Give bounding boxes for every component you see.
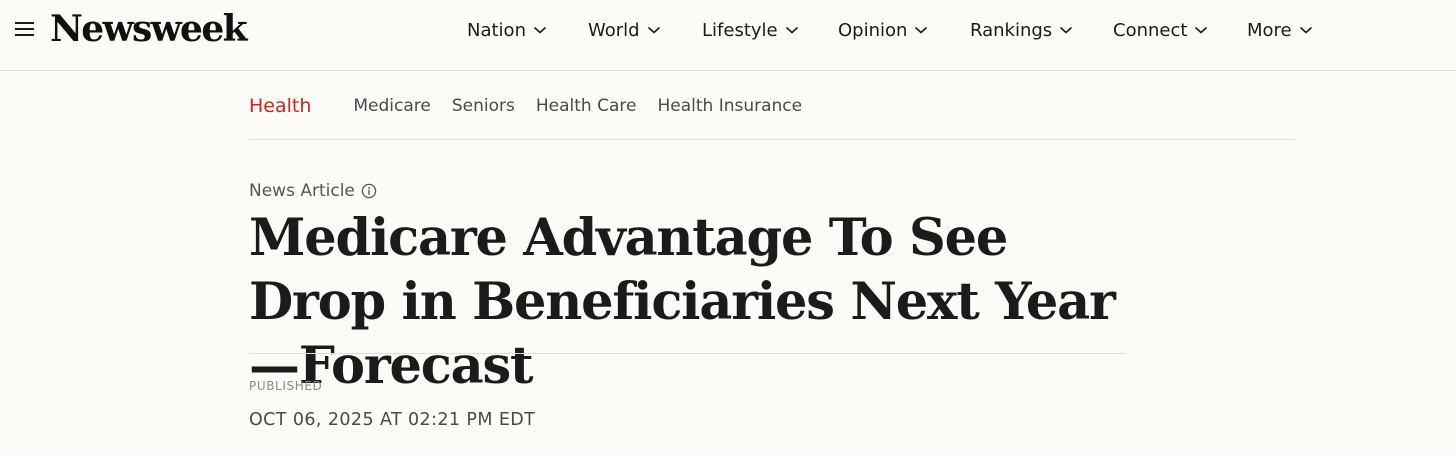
nav-item-lifestyle[interactable]: Lifestyle [702,16,799,44]
nav-item-label: Connect [1113,19,1188,41]
nav-item-more[interactable]: More [1247,16,1313,44]
nav-item-label: World [588,19,640,41]
section-link-seniors[interactable]: Seniors [452,96,515,116]
chevron-down-icon [533,26,547,34]
section-divider [249,139,1295,140]
site-header: Newsweek Nation World Lifestyle Opinion … [0,0,1456,71]
article-type-label: News Article [249,181,377,201]
nav-item-world[interactable]: World [588,16,661,44]
headline-divider [249,353,1125,354]
nav-item-label: Lifestyle [702,19,778,41]
section-link-medicare[interactable]: Medicare [353,96,430,116]
published-date: OCT 06, 2025 AT 02:21 PM EDT [249,410,536,430]
nav-item-label: Nation [467,19,526,41]
nav-item-label: Opinion [838,19,908,41]
article-type-text: News Article [249,181,355,201]
article-headline: Medicare Advantage To See Drop in Benefi… [249,208,1116,396]
nav-item-label: Rankings [970,19,1053,41]
nav-item-opinion[interactable]: Opinion [838,16,928,44]
nav-item-nation[interactable]: Nation [467,16,547,44]
section-link-health-insurance[interactable]: Health Insurance [657,96,802,116]
nav-item-connect[interactable]: Connect [1113,16,1208,44]
published-label: PUBLISHED [249,379,323,393]
section-tab-health[interactable]: Health [249,95,311,117]
site-logo[interactable]: Newsweek [50,6,248,52]
chevron-down-icon [915,26,928,34]
info-circle-icon[interactable] [361,183,377,199]
nav-item-label: More [1247,19,1292,41]
nav-item-rankings[interactable]: Rankings [970,16,1073,44]
chevron-down-icon [1060,26,1073,34]
chevron-down-icon [785,26,798,34]
chevron-down-icon [1195,26,1208,34]
section-nav: Health Medicare Seniors Health Care Heal… [249,86,823,126]
chevron-down-icon [647,26,660,34]
chevron-down-icon [1299,26,1312,34]
section-link-health-care[interactable]: Health Care [536,96,637,116]
hamburger-menu-icon[interactable] [15,21,34,37]
